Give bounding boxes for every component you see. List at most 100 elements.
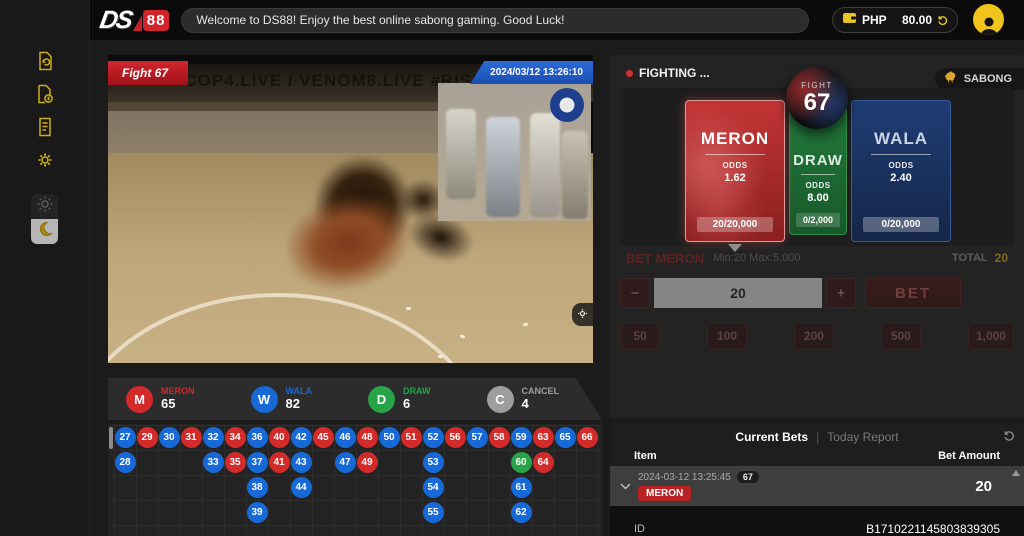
decrease-bet-button[interactable]: −: [620, 278, 650, 308]
trend-cell: 32: [202, 425, 224, 450]
odds-label: ODDS: [686, 161, 784, 170]
stream-timestamp-badge: 2024/03/12 13:26:10: [470, 61, 593, 84]
trend-result-32: 32: [203, 427, 224, 448]
trend-result-47: 47: [335, 452, 356, 473]
currency-code: PHP: [862, 13, 887, 27]
stat-letter-icon: C: [487, 386, 514, 413]
bet-card-meron[interactable]: MERON ODDS 1.62 20/20,000: [685, 100, 785, 242]
trend-result-64: 64: [533, 452, 554, 473]
bet-fight-badge: 67: [737, 471, 759, 483]
trend-result-40: 40: [269, 427, 290, 448]
wallet-balance-pill[interactable]: PHP 80.00: [832, 7, 958, 33]
current-bets-panel: Current Bets | Today Report Item Bet Amo…: [610, 425, 1024, 536]
file-refresh-icon: [34, 50, 56, 77]
sidebar-item-rules[interactable]: [32, 116, 58, 142]
trend-cell: 31: [180, 425, 202, 450]
bets-panel-header: Current Bets | Today Report: [610, 425, 1024, 448]
trend-result-62: 62: [511, 502, 532, 523]
bet-side-label: BET MERON: [626, 251, 704, 266]
chip-500[interactable]: 500: [881, 323, 921, 349]
trend-result-60: 60: [511, 452, 532, 473]
card-title: DRAW: [790, 152, 846, 169]
trend-cell: 52: [422, 425, 444, 450]
sidebar-item-settings[interactable]: [32, 149, 58, 175]
trend-cell: 41: [268, 450, 290, 475]
increase-bet-button[interactable]: +: [826, 278, 856, 308]
trend-cell: 48: [356, 425, 378, 450]
trend-result-34: 34: [225, 427, 246, 448]
card-divider: [871, 154, 932, 155]
file-lines-icon: [34, 116, 56, 143]
logo-ds-text: DS: [97, 6, 133, 35]
spectator-figure: [486, 117, 520, 217]
video-settings-button[interactable]: [572, 303, 593, 326]
sidebar-item-bet-records[interactable]: [32, 50, 58, 76]
stat-letter-icon: W: [251, 386, 278, 413]
spectator-figure: [562, 131, 588, 219]
stat-cancel: CCANCEL4: [487, 386, 560, 413]
scroll-up-icon[interactable]: [1012, 470, 1020, 476]
trend-result-29: 29: [137, 427, 158, 448]
tab-today-report[interactable]: Today Report: [827, 430, 898, 444]
user-avatar[interactable]: [973, 4, 1004, 35]
stat-letter-icon: D: [368, 386, 395, 413]
trend-cell: 55: [422, 500, 444, 525]
results-trend-board: 2728293031323334353637383940414243444546…: [108, 424, 602, 536]
trend-cell: 35: [224, 450, 246, 475]
chevron-down-icon[interactable]: [620, 483, 631, 490]
refresh-balance-icon[interactable]: [937, 15, 948, 26]
trend-result-66: 66: [577, 427, 598, 448]
fight-status: FIGHTING ...: [626, 66, 710, 80]
bet-row[interactable]: 2024-03-12 13:25:45 67 MERON 20: [610, 466, 1024, 506]
trend-result-58: 58: [489, 427, 510, 448]
fight-number-badge: Fight 67: [108, 61, 188, 85]
logo-88-text: 88: [143, 10, 170, 31]
provider-badge[interactable]: SABONG: [935, 68, 1024, 90]
tab-current-bets[interactable]: Current Bets: [735, 430, 808, 444]
total-value: 20: [995, 251, 1008, 265]
trend-result-31: 31: [181, 427, 202, 448]
debris-speck: [406, 307, 411, 310]
chip-50[interactable]: 50: [620, 323, 660, 349]
bet-timestamp: 2024-03-12 13:25:45 67: [638, 471, 759, 483]
quick-chip-row: 50 100 200 500 1,000: [620, 323, 1014, 349]
place-bet-button[interactable]: BET: [865, 278, 961, 308]
trend-result-61: 61: [511, 477, 532, 498]
fight-number-sphere: FIGHT 67: [786, 67, 848, 129]
bet-card-wala[interactable]: WALA ODDS 2.40 0/20,000: [851, 100, 951, 242]
sun-icon: [36, 195, 54, 218]
trend-result-59: 59: [511, 427, 532, 448]
bet-time-text: 2024-03-12 13:25:45: [638, 472, 731, 483]
odds-label: ODDS: [790, 181, 846, 190]
odds-value: 8.00: [790, 192, 846, 204]
stat-letter-icon: M: [126, 386, 153, 413]
trend-result-56: 56: [445, 427, 466, 448]
refresh-bets-icon[interactable]: [1003, 430, 1015, 442]
ds88-logo[interactable]: DS 88: [100, 6, 169, 35]
chip-100[interactable]: 100: [707, 323, 747, 349]
trend-cell: 39: [246, 500, 268, 525]
dark-mode-button[interactable]: [31, 219, 58, 244]
moon-icon: [37, 221, 53, 242]
bet-detail-row: ID B1710221145803839305: [610, 506, 1024, 536]
chip-200[interactable]: 200: [794, 323, 834, 349]
bet-row-main: 2024-03-12 13:25:45 67 MERON: [638, 471, 759, 501]
chip-1000[interactable]: 1,000: [968, 323, 1014, 349]
bet-info-bar: BET MERON Min:20 Max:5,000 TOTAL 20: [610, 247, 1024, 269]
trend-cell: 45: [312, 425, 334, 450]
trend-cell: 33: [202, 450, 224, 475]
gear-icon: [34, 149, 56, 176]
file-coin-icon: [34, 83, 56, 110]
trend-scrollbar[interactable]: [109, 427, 113, 449]
spectators-inset: [438, 83, 591, 221]
trend-cell: 64: [532, 450, 554, 475]
sidebar-item-transactions[interactable]: [32, 83, 58, 109]
stat-meron: MMERON65: [126, 386, 195, 413]
trend-result-45: 45: [313, 427, 334, 448]
light-mode-button[interactable]: [31, 194, 58, 219]
bets-column-headers: Item Bet Amount: [610, 448, 1024, 466]
trend-result-57: 57: [467, 427, 488, 448]
bet-amount-input[interactable]: [654, 278, 822, 308]
trend-result-53: 53: [423, 452, 444, 473]
live-video-player[interactable]: UCOP4.LIVE / VENOM8.LIVE #RISKISAN Fight…: [108, 55, 593, 363]
